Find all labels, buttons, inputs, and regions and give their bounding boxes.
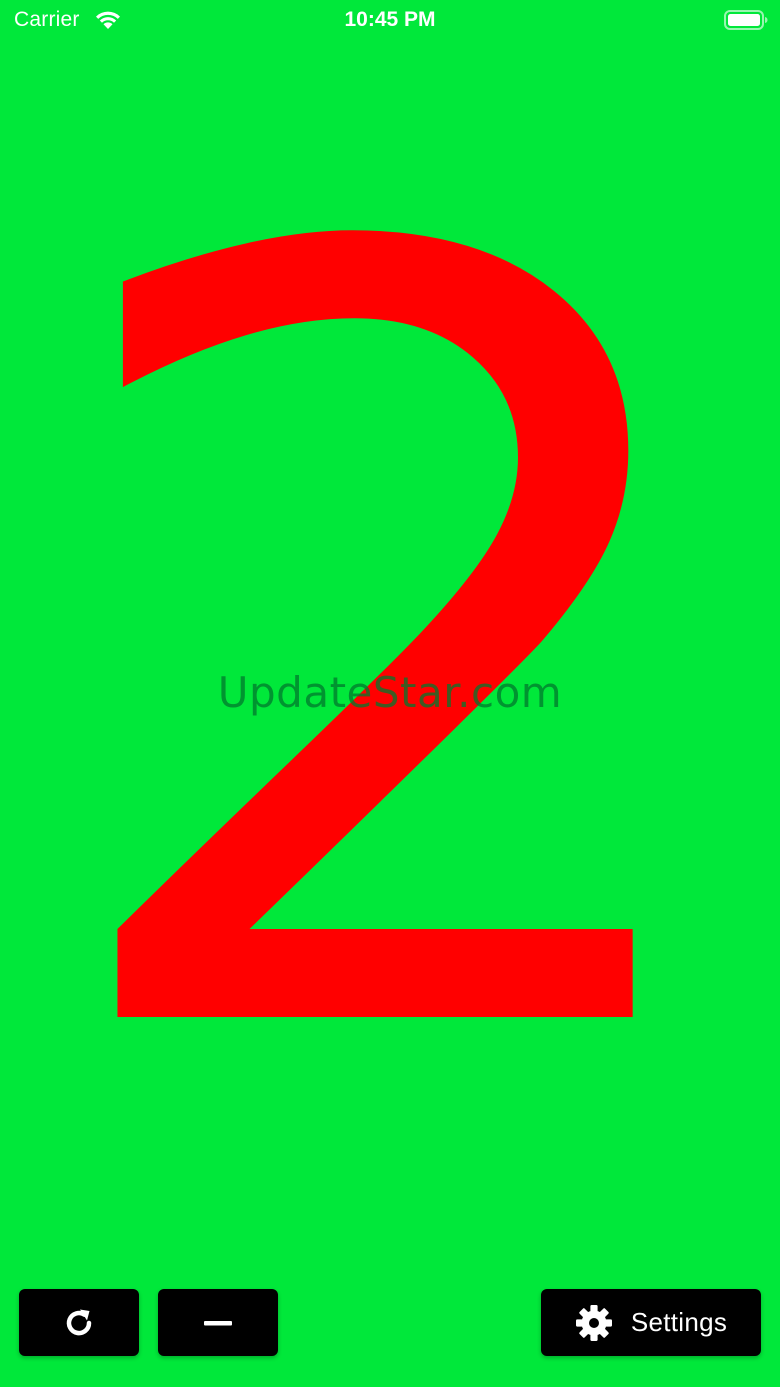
settings-label: Settings: [630, 1307, 728, 1337]
reset-button[interactable]: [19, 1289, 139, 1356]
settings-button[interactable]: Settings: [541, 1289, 761, 1356]
minus-icon: [203, 1319, 233, 1327]
gear-icon: [575, 1304, 613, 1342]
decrement-button[interactable]: [158, 1289, 278, 1356]
refresh-icon: [61, 1305, 97, 1341]
status-time: 10:45 PM: [344, 8, 436, 31]
counter-screen: Carrier 10:45 PM 2 UpdateStar.com Settin…: [0, 0, 780, 1387]
battery-icon: [724, 9, 768, 31]
watermark: UpdateStar.com: [217, 668, 563, 717]
counter-value[interactable]: 2: [0, 120, 780, 1180]
